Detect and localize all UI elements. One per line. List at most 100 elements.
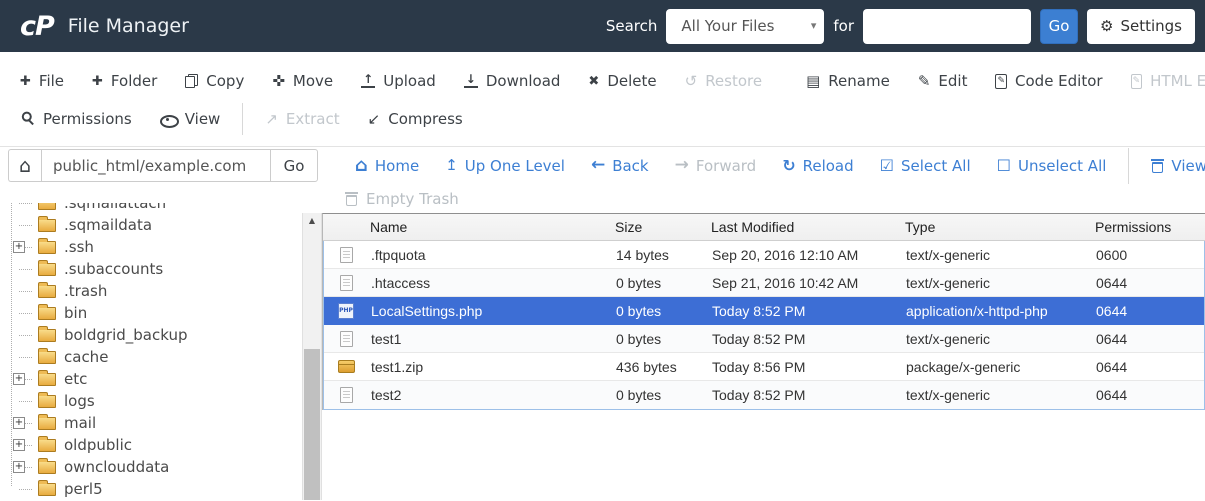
toolbar-button-code-editor[interactable]: ✎ Code Editor [981, 72, 1116, 90]
file-last-modified: Today 8:52 PM [712, 387, 806, 403]
search-scope-select[interactable]: All Your Files [666, 8, 825, 44]
home-icon: ⌂ [355, 154, 368, 176]
expand-icon[interactable]: + [13, 417, 25, 429]
nav-link-select-all[interactable]: ☑ Select All [867, 157, 984, 175]
toolbar-button-download[interactable]: ↓ Download [450, 72, 575, 90]
toolbar-row-1: ✚ File ✚ Folder Copy ✜ Move ↑ Upload ↓ Download ✖ De… [6, 61, 1205, 101]
expand-icon[interactable]: + [13, 461, 25, 473]
expand-icon[interactable]: + [13, 373, 25, 385]
php-icon: PHP [338, 302, 354, 319]
home-icon[interactable]: ⌂ [8, 149, 41, 182]
search-scope-wrap: All Your Files ▾ [666, 8, 825, 44]
column-header-permissions[interactable]: Permissions [1092, 219, 1205, 235]
key-icon [17, 108, 38, 129]
file-type: package/x-generic [906, 358, 1021, 375]
settings-button[interactable]: ⚙ Settings [1087, 8, 1195, 44]
tree-item-label: .trash [64, 282, 108, 300]
file-icon-cell [324, 274, 368, 291]
file-permissions: 0600 [1096, 246, 1128, 263]
file-row-test2[interactable]: test2 0 bytes Today 8:52 PM text/x-generic 0… [324, 381, 1204, 409]
tree-item-subaccounts[interactable]: .subaccounts [8, 258, 302, 280]
toolbar-button-extract: ↗ Extract [251, 110, 353, 128]
tree-item-ssh[interactable]: + .ssh [8, 236, 302, 258]
nav-link-label: Back [612, 156, 649, 175]
toolbar-button-folder[interactable]: ✚ Folder [78, 72, 171, 90]
scrollbar-thumb[interactable] [304, 349, 320, 500]
file-size: 436 bytes [616, 358, 677, 375]
toolbar-button-html-editor: ✎ HTML Editor [1117, 72, 1205, 90]
tree-item-trash[interactable]: .trash [8, 280, 302, 302]
folder-icon [38, 281, 56, 298]
tree-item-sqmailattach[interactable]: .sqmailattach [8, 203, 302, 214]
file-last-modified: Sep 21, 2016 10:42 AM [712, 274, 859, 291]
tree-item-boldgrid-backup[interactable]: boldgrid_backup [8, 324, 302, 346]
expand-icon[interactable]: + [13, 439, 25, 451]
path-go-button[interactable]: Go [270, 149, 318, 182]
edit-box-icon: ✎ [995, 73, 1008, 89]
toolbar-button-label: Delete [607, 72, 657, 90]
gear-icon: ⚙ [1100, 16, 1114, 35]
column-header-type[interactable]: Type [902, 219, 1092, 235]
expand-icon[interactable]: + [13, 241, 25, 253]
tree-item-perl5[interactable]: perl5 [8, 478, 302, 500]
app-header: cP File Manager Search All Your Files ▾ … [0, 0, 1205, 52]
tree-item-logs[interactable]: logs [8, 390, 302, 412]
column-header-name[interactable]: Name [367, 219, 612, 235]
tree-item-mail[interactable]: + mail [8, 412, 302, 434]
column-header-size[interactable]: Size [612, 219, 708, 235]
toolbar-button-label: File [38, 72, 65, 90]
extract-icon: ↗ [265, 109, 278, 128]
file-name: .ftpquota [371, 246, 426, 263]
tree-item-ownclouddata[interactable]: + ownclouddata [8, 456, 302, 478]
up-one-level-icon: ↥ [445, 156, 458, 174]
nav-link-reload[interactable]: ↻ Reload [769, 157, 866, 175]
file-icon-cell: PHP [324, 302, 368, 319]
toolbar-button-view[interactable]: View [146, 110, 235, 128]
tree-scrollbar[interactable]: ▲ [302, 213, 322, 500]
nav-link-label: Forward [695, 156, 757, 175]
toolbar-button-label: Permissions [43, 110, 132, 128]
toolbar-button-rename[interactable]: ▤ Rename [792, 72, 904, 90]
file-row-htaccess[interactable]: .htaccess 0 bytes Sep 21, 2016 10:42 AM tex… [324, 269, 1204, 297]
scrollbar-up-arrow[interactable]: ▲ [303, 216, 321, 225]
file-row-test1[interactable]: test1 0 bytes Today 8:52 PM text/x-generic 0… [324, 325, 1204, 353]
file-icon-cell [324, 246, 368, 263]
file-last-modified: Today 8:56 PM [712, 358, 806, 375]
tree-item-oldpublic[interactable]: + oldpublic [8, 434, 302, 456]
toolbar-button-upload[interactable]: ↑ Upload [347, 72, 450, 90]
nav-link-back[interactable]: ← Back [578, 157, 662, 175]
file-row-ftpquota[interactable]: .ftpquota 14 bytes Sep 20, 2016 12:10 AM te… [324, 241, 1204, 269]
toolbar-button-permissions[interactable]: Permissions [6, 110, 146, 128]
reload-icon: ↻ [782, 155, 796, 175]
toolbar-button-delete[interactable]: ✖ Delete [574, 72, 670, 90]
toolbar-button-label: Folder [110, 72, 158, 90]
download-icon: ↓ [463, 72, 478, 88]
tree-item-etc[interactable]: + etc [8, 368, 302, 390]
toolbar-button-compress[interactable]: ↙ Compress [354, 110, 477, 128]
column-header-last-modified[interactable]: Last Modified [708, 219, 902, 235]
file-row-test1-zip[interactable]: test1.zip 436 bytes Today 8:56 PM package/x… [324, 353, 1204, 381]
nav-link-home[interactable]: ⌂ Home [342, 154, 432, 176]
toolbar-button-move[interactable]: ✜ Move [258, 72, 347, 90]
search-go-button[interactable]: Go [1040, 8, 1079, 44]
tree-item-bin[interactable]: bin [8, 302, 302, 324]
toolbar-button-file[interactable]: ✚ File [6, 72, 78, 90]
page-title: File Manager [67, 15, 189, 37]
file-row-localsettings-php[interactable]: PHP LocalSettings.php 0 bytes Today 8:52 PM… [324, 297, 1204, 325]
file-name: test1 [371, 330, 402, 347]
restore-icon: ↺ [684, 71, 698, 90]
toolbar-button-label: Move [292, 72, 334, 90]
nav-link-view-trash[interactable]: View Trash [1138, 157, 1205, 175]
tree-item-sqmaildata[interactable]: .sqmaildata [8, 214, 302, 236]
tree-item-cache[interactable]: cache [8, 346, 302, 368]
nav-link-unselect-all[interactable]: ☐ Unselect All [984, 157, 1120, 175]
path-input[interactable] [41, 149, 271, 182]
search-input[interactable] [863, 8, 1032, 44]
toolbar-button-edit[interactable]: ✎ Edit [904, 72, 982, 90]
toolbar-button-restore: ↺ Restore [671, 72, 777, 90]
tree-item-label: .sqmailattach [64, 203, 167, 212]
empty-trash-button: Empty Trash [322, 184, 1205, 213]
nav-link-up-one-level[interactable]: ↥ Up One Level [432, 157, 578, 175]
toolbar-button-copy[interactable]: Copy [171, 72, 258, 90]
toolbar-button-label: View [184, 110, 221, 128]
